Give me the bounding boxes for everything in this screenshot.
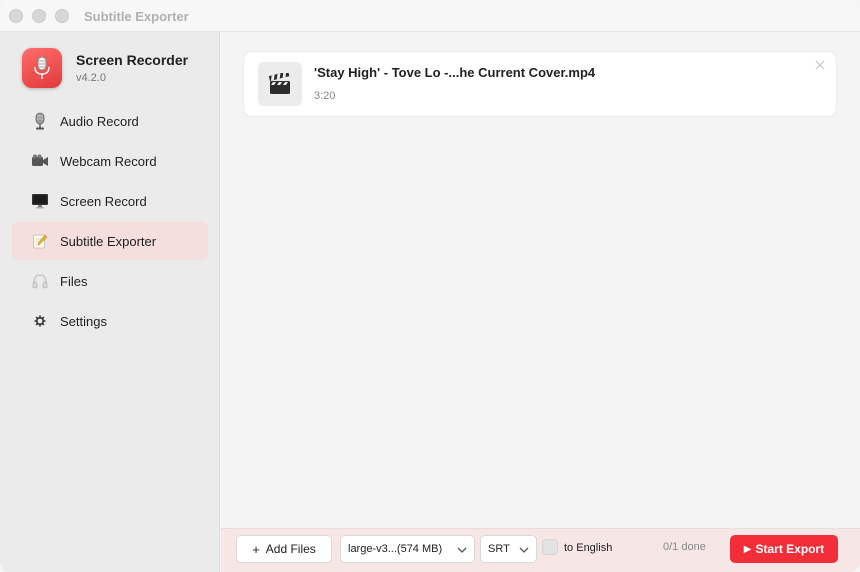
sidebar-item-audio-record[interactable]: Audio Record [12,102,208,140]
play-icon: ▶ [743,543,752,555]
sidebar-item-subtitle-exporter[interactable]: Subtitle Exporter [12,222,208,260]
notepad-icon [31,232,49,250]
chevron-down-icon [519,547,529,553]
close-icon[interactable] [814,60,826,72]
translate-label: to English [564,542,613,554]
microphone-icon [31,112,49,130]
format-select[interactable]: SRT [480,535,537,563]
sidebar: Screen Recorder v4.2.0 Audio Record Webc… [0,32,220,572]
start-export-button[interactable]: ▶ Start Export [730,535,838,563]
app-window: Subtitle Exporter Screen Recorder v4.2.0 [0,0,860,572]
zoom-window-button[interactable] [55,9,69,23]
clapperboard-icon [258,62,302,106]
title-bar: Subtitle Exporter [0,0,860,32]
add-files-button[interactable]: + Add Files [236,535,332,563]
video-camera-icon [31,152,49,170]
file-card[interactable]: 'Stay High' - Tove Lo -...he Current Cov… [244,52,836,116]
monitor-icon [31,192,49,210]
main-content: 'Stay High' - Tove Lo -...he Current Cov… [221,32,860,528]
sidebar-item-label: Settings [60,313,107,329]
sidebar-item-files[interactable]: Files [12,262,208,300]
minimize-window-button[interactable] [32,9,46,23]
app-name: Screen Recorder [76,52,189,68]
file-name: 'Stay High' - Tove Lo -...he Current Cov… [314,65,596,80]
file-duration: 3:20 [314,90,336,102]
sidebar-item-settings[interactable]: Settings [12,302,208,340]
chevron-down-icon [457,547,467,553]
sidebar-item-label: Webcam Record [60,153,157,169]
sidebar-item-label: Audio Record [60,113,139,129]
headphones-icon [31,272,49,290]
model-select[interactable]: large-v3...(574 MB) [340,535,475,563]
plus-icon: + [252,541,260,557]
sidebar-item-label: Files [60,273,88,289]
progress-status: 0/1 done [663,541,706,553]
format-select-value: SRT [488,543,510,555]
model-select-value: large-v3...(574 MB) [348,543,443,555]
gear-icon [31,312,49,330]
app-logo [22,48,62,88]
close-window-button[interactable] [9,9,23,23]
window-title: Subtitle Exporter [84,9,189,24]
translate-checkbox[interactable] [542,539,558,555]
start-export-label: Start Export [755,542,825,556]
bottom-toolbar: + Add Files large-v3...(574 MB) SRT to E… [221,528,860,572]
add-files-label: Add Files [265,542,316,556]
microphone-icon [34,56,50,79]
sidebar-item-label: Screen Record [60,193,147,209]
sidebar-item-label: Subtitle Exporter [60,233,157,249]
app-version: v4.2.0 [76,72,106,84]
sidebar-item-webcam-record[interactable]: Webcam Record [12,142,208,180]
sidebar-item-screen-record[interactable]: Screen Record [12,182,208,220]
